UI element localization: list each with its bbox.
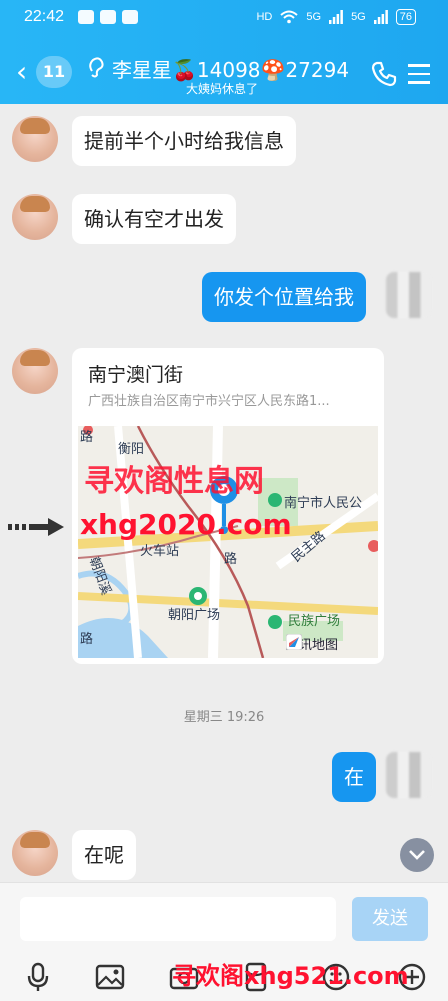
contact-avatar[interactable] [12,194,58,240]
map-label: 朝阳广场 [168,608,221,623]
battery-indicator: 76 [395,9,416,25]
tencent-map-logo: 腾讯地图 [286,634,338,653]
status-right: HD 5G 5G 76 [256,9,416,25]
signal-icon [329,10,343,24]
send-button[interactable]: 发送 [352,897,428,941]
signal-2-label: 5G [351,11,366,23]
wifi-icon [280,10,299,24]
map-label: 民族广场 [288,614,341,629]
chevron-down-icon [409,850,425,860]
back-button[interactable]: ‹ 11 [16,56,76,92]
wechat-icon [78,10,94,24]
game-app-icon [122,10,138,24]
microphone-icon[interactable] [22,961,54,993]
location-title: 南宁澳门街 [88,364,184,386]
unread-badge: 11 [36,56,72,88]
time-divider: 星期三 19:26 [183,710,265,725]
location-card[interactable]: 南宁澳门街 广西壮族自治区南宁市兴宁区人民东路1... 衡阳 南宁市人民公 火车… [72,348,384,664]
map-label: 火车站 [140,544,180,559]
watermark-text: 寻欢阁性息网 [84,464,264,499]
chevron-left-icon: ‹ [16,55,28,88]
location-address: 广西壮族自治区南宁市兴宁区人民东路1... [88,394,330,409]
message-input[interactable] [20,897,336,941]
video-app-icon [100,10,116,24]
my-message-bubble[interactable]: 你发个位置给我 [202,272,366,322]
menu-icon[interactable] [408,64,430,84]
watermark-text: xhg2020.com [80,508,292,541]
compass-icon [286,634,302,650]
phone-icon[interactable] [370,60,398,88]
message-bubble[interactable]: 在呢 [72,830,136,880]
my-avatar[interactable] [386,272,432,318]
message-bubble[interactable]: 提前半个小时给我信息 [72,116,296,166]
status-app-icons [78,10,138,24]
map-label: 路 [224,552,238,567]
message-bubble[interactable]: 确认有空才出发 [72,194,236,244]
contact-avatar[interactable] [12,116,58,162]
contact-name: 李星星🍒14098🍄27294 [112,58,350,82]
map-label: 路 [80,430,94,445]
map-label: 南宁市人民公 [284,496,363,511]
map-label: 路 [80,632,94,647]
watermark-text: 寻欢阁xhg521.com [172,962,409,990]
my-avatar[interactable] [386,752,432,798]
arrow-watermark-icon [8,518,64,536]
contact-avatar[interactable] [12,830,58,876]
image-icon[interactable] [94,961,126,993]
signal-1-label: 5G [306,11,322,23]
contact-status: 大姨妈休息了 [186,82,259,96]
contact-avatar[interactable] [12,348,58,394]
earpiece-icon[interactable] [86,56,106,83]
map-label: 衡阳 [118,442,145,457]
signal-icon [373,10,388,24]
my-message-bubble[interactable]: 在 [332,752,376,802]
status-time: 22:42 [24,8,65,25]
scroll-to-bottom-button[interactable] [400,838,434,872]
chat-header: 22:42 HD 5G 5G 76 ‹ 11 李星星🍒14098🍄27294 大… [0,0,448,104]
status-bar: 22:42 HD 5G 5G 76 [0,0,448,34]
hd-label: HD [256,11,273,23]
